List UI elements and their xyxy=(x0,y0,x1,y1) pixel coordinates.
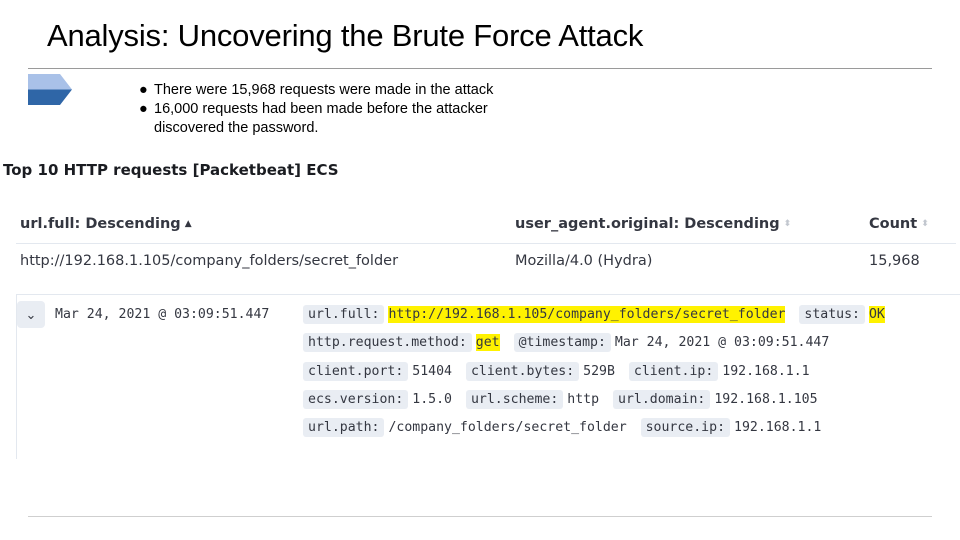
column-header-url[interactable]: url.full: Descending ▲ xyxy=(20,216,192,232)
field-key: client.bytes: xyxy=(465,361,580,381)
arrow-icon xyxy=(28,74,72,105)
cell-user-agent[interactable]: Mozilla/4.0 (Hydra) xyxy=(515,253,652,269)
field-value: 1.5.0 xyxy=(412,391,452,407)
field-value: OK xyxy=(868,306,885,323)
field-row: url.path:/company_folders/secret_folder … xyxy=(303,418,953,440)
field-key: client.ip: xyxy=(628,361,719,381)
column-header-label: user_agent.original: Descending xyxy=(515,216,780,232)
field-value: http://192.168.1.105/company_folders/sec… xyxy=(388,306,786,323)
bullet-dot: ● xyxy=(139,101,148,117)
field-value: http xyxy=(567,391,600,407)
field-key: @timestamp: xyxy=(513,333,611,353)
field-key: status: xyxy=(799,305,865,324)
bullet-list: ● There were 15,968 requests were made i… xyxy=(135,81,534,138)
title-divider xyxy=(28,68,932,69)
cell-count: 15,968 xyxy=(869,253,920,269)
bullet-text: 16,000 requests had been made before the… xyxy=(154,101,488,136)
field-key: url.scheme: xyxy=(465,389,564,409)
field-key: source.ip: xyxy=(640,418,731,438)
field-row: url.full: http://192.168.1.105/company_fo… xyxy=(303,305,953,327)
chevron-down-icon: ⌄ xyxy=(25,307,37,322)
search-highlight: OK xyxy=(868,306,885,323)
bullet-dot: ● xyxy=(139,82,148,98)
sort-icon[interactable]: ⬍ xyxy=(921,219,929,229)
field-key: url.full: xyxy=(303,305,385,324)
document-fields: url.full: http://192.168.1.105/company_fo… xyxy=(303,305,953,448)
field-key: url.domain: xyxy=(613,389,711,409)
cell-url[interactable]: http://192.168.1.105/company_folders/sec… xyxy=(20,253,398,269)
panel-title: Top 10 HTTP requests [Packetbeat] ECS xyxy=(3,161,339,179)
bullet-item: ● 16,000 requests had been made before t… xyxy=(135,100,534,138)
field-value: 192.168.1.1 xyxy=(734,420,822,436)
column-header-label: Count xyxy=(869,216,918,232)
sort-ascending-icon[interactable]: ▲ xyxy=(185,219,192,229)
field-value: 51404 xyxy=(412,363,452,379)
document-timestamp: Mar 24, 2021 @ 03:09:51.447 xyxy=(55,307,270,322)
column-header-count[interactable]: Count ⬍ xyxy=(869,216,929,232)
field-value: 529B xyxy=(583,363,615,379)
expand-toggle-button[interactable]: ⌄ xyxy=(17,301,45,328)
search-highlight: get xyxy=(475,334,500,352)
column-header-user-agent[interactable]: user_agent.original: Descending ⬍ xyxy=(515,216,791,232)
document-divider xyxy=(16,294,960,295)
field-key: http.request.method: xyxy=(303,333,472,353)
field-value: get xyxy=(475,334,500,352)
bullet-text: There were 15,968 requests were made in … xyxy=(154,82,494,98)
slide-title: Analysis: Uncovering the Brute Force Att… xyxy=(47,18,644,53)
field-key: ecs.version: xyxy=(303,389,409,409)
sort-icon[interactable]: ⬍ xyxy=(784,219,792,229)
search-highlight: http://192.168.1.105/company_folders/sec… xyxy=(388,306,786,323)
field-row: http.request.method: get @timestamp: Mar 2… xyxy=(303,333,953,355)
field-value: /company_folders/secret_folder xyxy=(388,420,627,436)
field-value: 192.168.1.1 xyxy=(722,363,810,379)
field-row: client.port: 51404 client.bytes: 529B clie… xyxy=(303,361,953,384)
field-key: client.port: xyxy=(303,361,409,381)
bullet-item: ● There were 15,968 requests were made i… xyxy=(135,81,534,100)
field-key: url.path: xyxy=(303,418,385,438)
field-value: 192.168.1.105 xyxy=(714,391,818,407)
table-header: url.full: Descending ▲ user_agent.origina… xyxy=(16,207,956,244)
field-row: ecs.version: 1.5.0 url.scheme: http url.do… xyxy=(303,389,953,412)
table-row: http://192.168.1.105/company_folders/sec… xyxy=(16,244,956,280)
column-header-label: url.full: Descending xyxy=(20,216,181,232)
footer-divider xyxy=(28,516,932,517)
field-value: Mar 24, 2021 @ 03:09:51.447 xyxy=(614,335,830,351)
